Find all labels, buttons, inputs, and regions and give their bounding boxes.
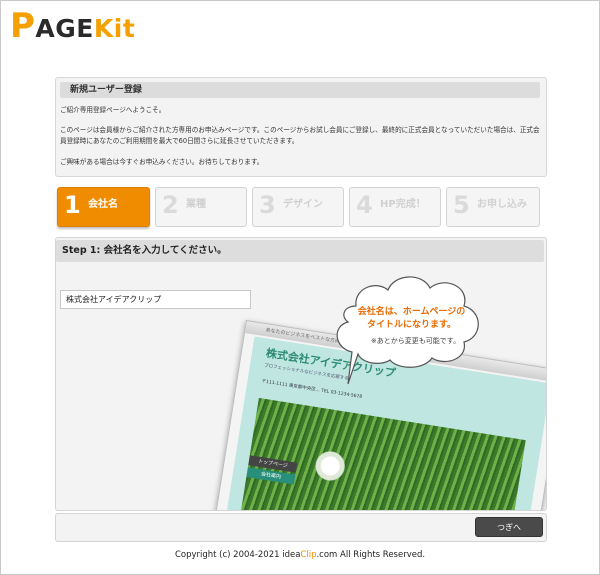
step-5-apply[interactable]: 5 お申し込み — [446, 187, 540, 227]
step-4-hp-complete[interactable]: 4 HP完成！ — [349, 187, 441, 227]
speech-bubble: 会社名は、ホームページの タイトルになります。 ※あとから変更も可能です。 — [326, 266, 486, 385]
intro-cta: ご興味がある場合は今すぐお申込みください。お待ちしております。 — [60, 158, 264, 166]
step-number: 2 — [162, 191, 179, 219]
action-bar: つぎへ — [55, 513, 547, 542]
step-number: 5 — [453, 191, 470, 219]
intro-title: 新規ユーザー登録 — [60, 82, 540, 98]
step-label: お申し込み — [477, 199, 527, 210]
copyright-footer: Copyright (c) 2004-2021 ideaClip.com All… — [174, 550, 426, 560]
step-heading: Step 1: 会社名を入力してください。 — [56, 240, 544, 262]
step-number: 1 — [64, 191, 81, 219]
pagekit-logo: PAGEKit — [10, 6, 136, 46]
preview-dandelion-photo — [237, 397, 526, 510]
step-label: HP完成！ — [380, 199, 426, 210]
step-label: 業種 — [186, 199, 206, 210]
step-number: 4 — [356, 191, 373, 219]
step-label: 会社名 — [88, 199, 118, 210]
intro-welcome: ご紹介専用登録ページへようこそ。 — [60, 106, 166, 114]
bubble-message: 会社名は、ホームページの タイトルになります。 — [357, 307, 466, 330]
bubble-note: ※あとから変更も可能です。 — [370, 337, 461, 345]
step-3-design[interactable]: 3 デザイン — [252, 187, 344, 227]
next-button[interactable]: つぎへ — [475, 517, 543, 537]
intro-description: このページは会員様からご紹介された方専用のお申込みページです。このページからお試… — [60, 126, 540, 145]
company-name-input[interactable] — [60, 290, 251, 309]
step-1-company-name[interactable]: 1 会社名 — [57, 187, 150, 227]
step-number: 3 — [259, 191, 276, 219]
step-label: デザイン — [283, 199, 323, 210]
speech-bubble-shape — [336, 276, 479, 385]
step-panel: Step 1: 会社名を入力してください。 あなたのビジネスをベストな方向へ 株… — [55, 237, 547, 511]
step-2-industry[interactable]: 2 業種 — [155, 187, 247, 227]
intro-box: 新規ユーザー登録 ご紹介専用登録ページへようこそ。 このページは会員様からご紹介… — [55, 77, 547, 177]
